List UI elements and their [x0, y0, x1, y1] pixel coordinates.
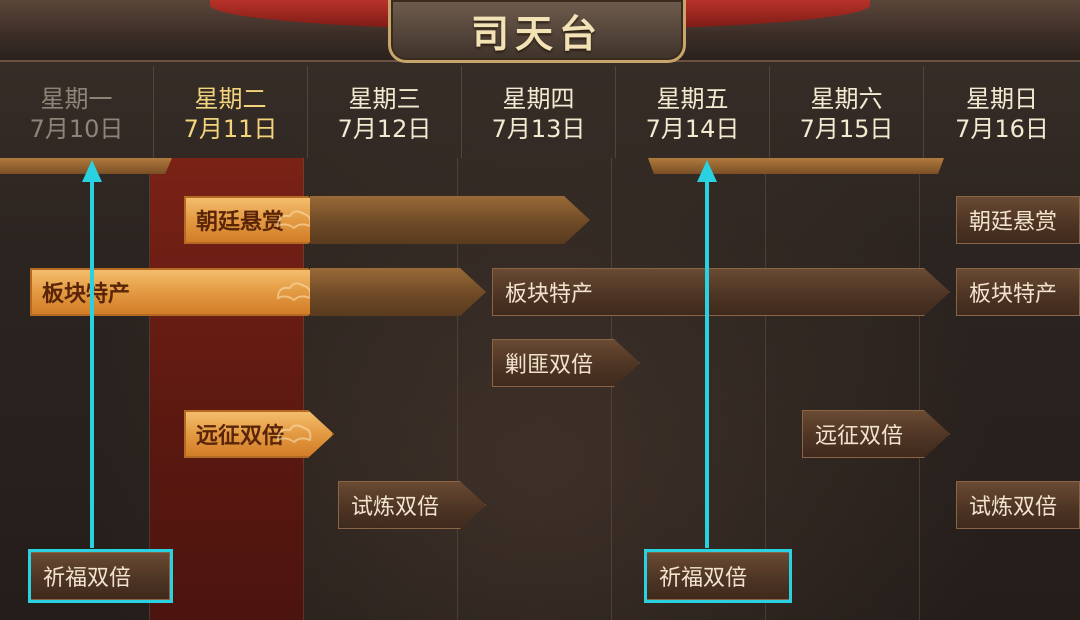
event-specialty-extension[interactable] — [310, 268, 486, 316]
event-label: 远征双倍 — [196, 424, 285, 449]
event-trial[interactable]: 试炼双倍 — [956, 481, 1080, 529]
event-expedition[interactable]: 远征双倍 — [802, 410, 950, 458]
event-label: 朝廷悬赏 — [196, 210, 285, 235]
schedule-screen: 司天台 星期一 7月10日 星期二 7月11日 星期三 7月12日 星期四 7月… — [0, 0, 1080, 620]
day-date: 7月15日 — [799, 115, 894, 143]
day-date: 7月11日 — [183, 115, 278, 143]
day-date: 7月12日 — [337, 115, 432, 143]
day-header-sat[interactable]: 星期六 7月15日 — [770, 66, 924, 158]
day-name: 星期四 — [502, 85, 575, 113]
day-header-wed[interactable]: 星期三 7月12日 — [308, 66, 462, 158]
cloud-icon — [274, 278, 314, 306]
day-name: 星期五 — [656, 85, 729, 113]
event-expedition[interactable]: 远征双倍 — [184, 410, 334, 458]
highlight-box — [644, 549, 792, 603]
event-bandit[interactable]: 剿匪双倍 — [492, 339, 640, 387]
event-label: 远征双倍 — [815, 424, 904, 449]
highlight-arrow-icon — [82, 160, 102, 548]
day-name: 星期六 — [810, 85, 883, 113]
day-header: 星期一 7月10日 星期二 7月11日 星期三 7月12日 星期四 7月13日 … — [0, 66, 1080, 158]
cloud-icon — [274, 420, 314, 448]
day-date: 7月14日 — [645, 115, 740, 143]
day-name: 星期三 — [348, 85, 421, 113]
day-header-sun[interactable]: 星期日 7月16日 — [924, 66, 1080, 158]
event-label: 试炼双倍 — [351, 495, 440, 520]
event-label: 朝廷悬赏 — [969, 210, 1058, 235]
page-title: 司天台 — [470, 10, 603, 56]
day-date: 7月13日 — [491, 115, 586, 143]
day-name: 星期二 — [194, 85, 267, 113]
event-trial[interactable]: 试炼双倍 — [338, 481, 486, 529]
day-header-tue[interactable]: 星期二 7月11日 — [154, 66, 308, 158]
event-specialty[interactable]: 板块特产 — [956, 268, 1080, 316]
day-header-fri[interactable]: 星期五 7月14日 — [616, 66, 770, 158]
event-label: 剿匪双倍 — [505, 353, 594, 378]
day-name: 星期一 — [40, 85, 113, 113]
day-date: 7月16日 — [955, 115, 1049, 143]
day-header-thu[interactable]: 星期四 7月13日 — [462, 66, 616, 158]
week-range-bar — [648, 158, 944, 174]
event-bounty-extension[interactable] — [310, 196, 590, 244]
event-bounty[interactable]: 朝廷悬赏 — [956, 196, 1080, 244]
day-date: 7月10日 — [29, 115, 124, 143]
event-specialty[interactable]: 板块特产 — [492, 268, 950, 316]
cloud-icon — [274, 206, 314, 234]
event-label: 板块特产 — [969, 282, 1058, 307]
event-specialty[interactable]: 板块特产 — [30, 268, 334, 316]
event-label: 板块特产 — [505, 282, 594, 307]
day-header-mon[interactable]: 星期一 7月10日 — [0, 66, 154, 158]
highlight-arrow-icon — [697, 160, 717, 548]
event-label: 试炼双倍 — [969, 495, 1058, 520]
highlight-box — [28, 549, 173, 603]
title-plaque: 司天台 — [388, 0, 686, 63]
day-name: 星期日 — [966, 85, 1038, 113]
